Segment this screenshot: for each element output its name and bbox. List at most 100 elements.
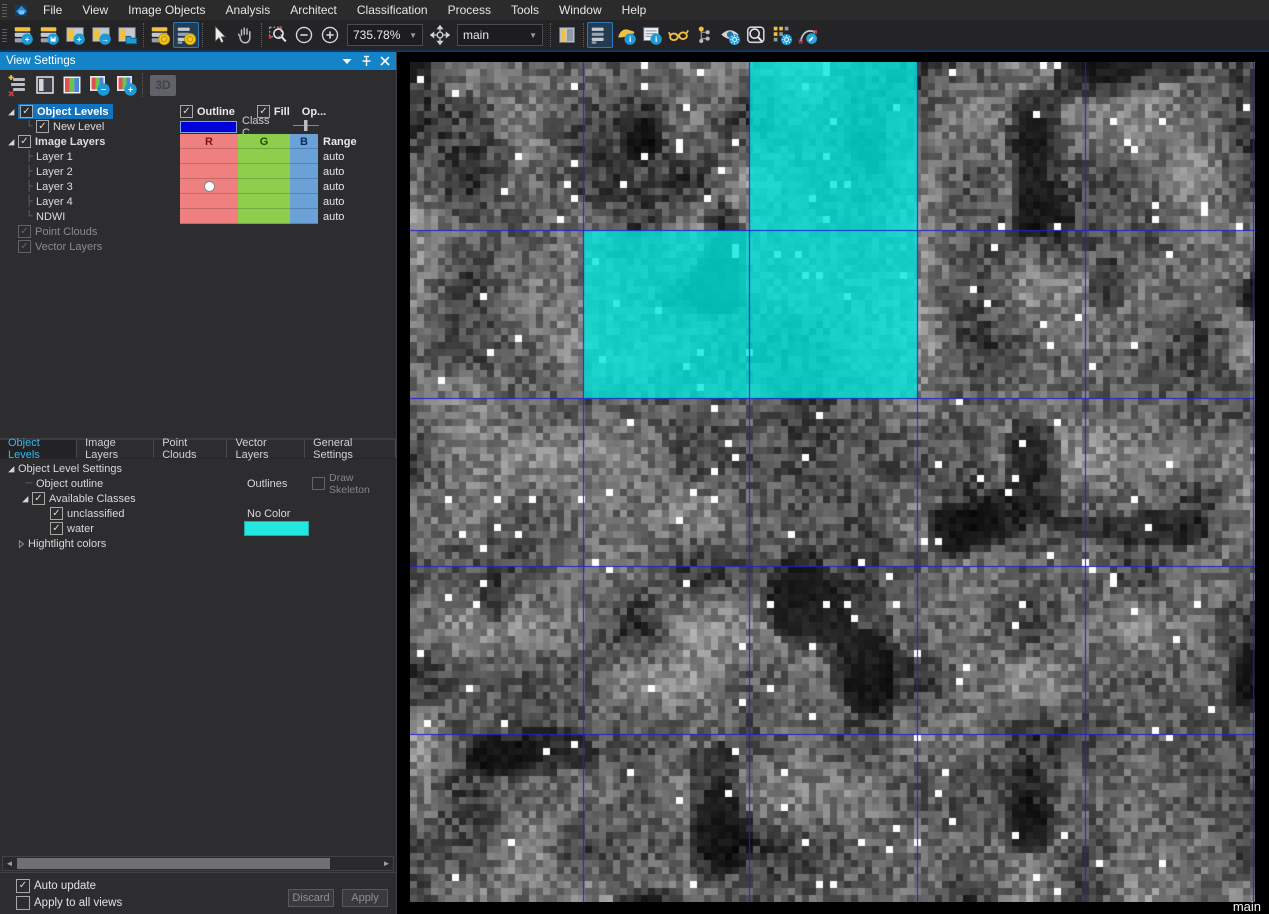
expander-icon[interactable] — [18, 494, 32, 504]
view-settings-icon[interactable] — [665, 22, 691, 48]
layer-label[interactable]: NDWI — [36, 211, 65, 223]
menubar-grip[interactable] — [2, 4, 7, 17]
band-cell-b[interactable] — [290, 209, 318, 224]
menu-help[interactable]: Help — [612, 0, 657, 20]
map-canvas[interactable] — [410, 62, 1255, 902]
object-outline-label[interactable]: Object outline — [36, 478, 103, 490]
single-layer-grayscale-icon[interactable] — [31, 72, 58, 99]
new-project-icon[interactable]: + — [10, 22, 36, 48]
new-level-checkbox[interactable] — [36, 120, 49, 133]
expander-icon[interactable] — [4, 107, 18, 117]
map-combobox[interactable]: main ▼ — [457, 24, 543, 46]
water-color-swatch[interactable] — [244, 521, 309, 536]
tree-item-object-levels[interactable]: Object Levels — [18, 104, 113, 119]
range-value[interactable]: auto — [323, 166, 344, 178]
feature-view-icon[interactable]: i — [639, 22, 665, 48]
next-layer-icon[interactable]: + — [112, 72, 139, 99]
auto-update-checkbox[interactable] — [16, 879, 30, 893]
band-cell-r[interactable] — [180, 149, 238, 164]
menu-view[interactable]: View — [72, 0, 118, 20]
scroll-left-arrow-icon[interactable]: ◄ — [3, 859, 16, 868]
outlines-value[interactable]: Outlines — [247, 478, 287, 490]
zoom-out-icon[interactable] — [291, 22, 317, 48]
view-navigation-icon[interactable] — [717, 22, 743, 48]
collapsed-expander-icon[interactable] — [14, 539, 28, 549]
show-object-mean-view-icon[interactable] — [173, 22, 199, 48]
unclassified-checkbox[interactable] — [50, 507, 63, 520]
band-cell-b[interactable] — [290, 164, 318, 179]
available-classes-label[interactable]: Available Classes — [49, 493, 136, 505]
save-project-icon[interactable] — [36, 22, 62, 48]
menu-architect[interactable]: Architect — [280, 0, 347, 20]
tab-vector-layers[interactable]: Vector Layers — [227, 440, 305, 458]
band-cell-b[interactable] — [290, 179, 318, 194]
band-cell-g[interactable] — [238, 164, 290, 179]
range-value[interactable]: auto — [323, 211, 344, 223]
edit-layer-mixing-icon[interactable] — [4, 72, 31, 99]
object-levels-checkbox[interactable] — [20, 105, 33, 118]
image-layers-checkbox[interactable] — [18, 135, 31, 148]
band-cell-r[interactable] — [180, 194, 238, 209]
process-tree-icon[interactable] — [691, 22, 717, 48]
menu-classification[interactable]: Classification — [347, 0, 438, 20]
tab-image-layers[interactable]: Image Layers — [77, 440, 154, 458]
range-value[interactable]: auto — [323, 181, 344, 193]
open-workspace-icon[interactable] — [114, 22, 140, 48]
layer-label[interactable]: Layer 4 — [36, 196, 73, 208]
tab-object-levels[interactable]: Object Levels — [0, 440, 77, 458]
band-cell-b[interactable] — [290, 194, 318, 209]
highlight-colors-label[interactable]: Hightlight colors — [28, 538, 106, 550]
auto-update-checkbox-row[interactable]: Auto update — [16, 879, 96, 893]
band-cell-g[interactable] — [238, 149, 290, 164]
zoom-level-combobox[interactable]: 735.78% ▼ — [347, 24, 423, 46]
band-cell-g[interactable] — [238, 194, 290, 209]
scroll-right-arrow-icon[interactable]: ► — [380, 859, 393, 868]
range-value[interactable]: auto — [323, 196, 344, 208]
tab-general-settings[interactable]: General Settings — [305, 440, 396, 458]
unclassified-label[interactable]: unclassified — [67, 508, 124, 520]
scrollbar-thumb[interactable] — [17, 858, 330, 869]
tab-point-clouds[interactable]: Point Clouds — [154, 440, 227, 458]
pin-icon[interactable] — [358, 54, 374, 68]
menu-image-objects[interactable]: Image Objects — [118, 0, 215, 20]
menu-file[interactable]: File — [33, 0, 72, 20]
layer-label[interactable]: Layer 2 — [36, 166, 73, 178]
band-cell-g[interactable] — [238, 179, 290, 194]
menu-window[interactable]: Window — [549, 0, 612, 20]
horizontal-scrollbar[interactable]: ◄ ► — [2, 856, 394, 871]
navigate-icon[interactable] — [427, 22, 453, 48]
band-cell-g[interactable] — [238, 209, 290, 224]
water-label[interactable]: water — [67, 523, 94, 535]
expander-icon[interactable] — [4, 137, 18, 147]
apply-all-views-checkbox-row[interactable]: Apply to all views — [16, 896, 122, 910]
band-cell-b[interactable] — [290, 149, 318, 164]
range-value[interactable]: auto — [323, 151, 344, 163]
map-view[interactable]: main — [397, 52, 1269, 914]
three-layer-mix-icon[interactable] — [58, 72, 85, 99]
new-map-icon[interactable]: + — [62, 22, 88, 48]
object-information-icon[interactable]: i — [613, 22, 639, 48]
layer-label[interactable]: Layer 3 — [36, 181, 73, 193]
band-cell-r[interactable] — [180, 209, 238, 224]
expander-icon[interactable] — [4, 464, 18, 474]
band-cell-r[interactable] — [180, 164, 238, 179]
show-pixel-view-icon[interactable] — [147, 22, 173, 48]
view-layers-icon[interactable] — [587, 22, 613, 48]
new-level-color-swatch[interactable] — [180, 121, 237, 133]
select-cursor-icon[interactable] — [206, 22, 232, 48]
panel-menu-chevron-down-icon[interactable] — [339, 54, 355, 68]
toolbar-grip[interactable] — [2, 29, 7, 42]
zoom-area-icon[interactable] — [265, 22, 291, 48]
close-icon[interactable] — [377, 54, 393, 68]
new-level-label[interactable]: New Level — [53, 121, 104, 133]
menu-tools[interactable]: Tools — [501, 0, 549, 20]
apply-all-views-checkbox[interactable] — [16, 896, 30, 910]
menu-process[interactable]: Process — [438, 0, 501, 20]
water-checkbox[interactable] — [50, 522, 63, 535]
edit-vectors-icon[interactable] — [795, 22, 821, 48]
view-3d-button[interactable]: 3D — [150, 75, 176, 96]
menu-analysis[interactable]: Analysis — [216, 0, 281, 20]
scrollbar-track[interactable] — [16, 858, 380, 869]
window-layout-icon[interactable] — [554, 22, 580, 48]
image-layers-label[interactable]: Image Layers — [35, 136, 105, 148]
